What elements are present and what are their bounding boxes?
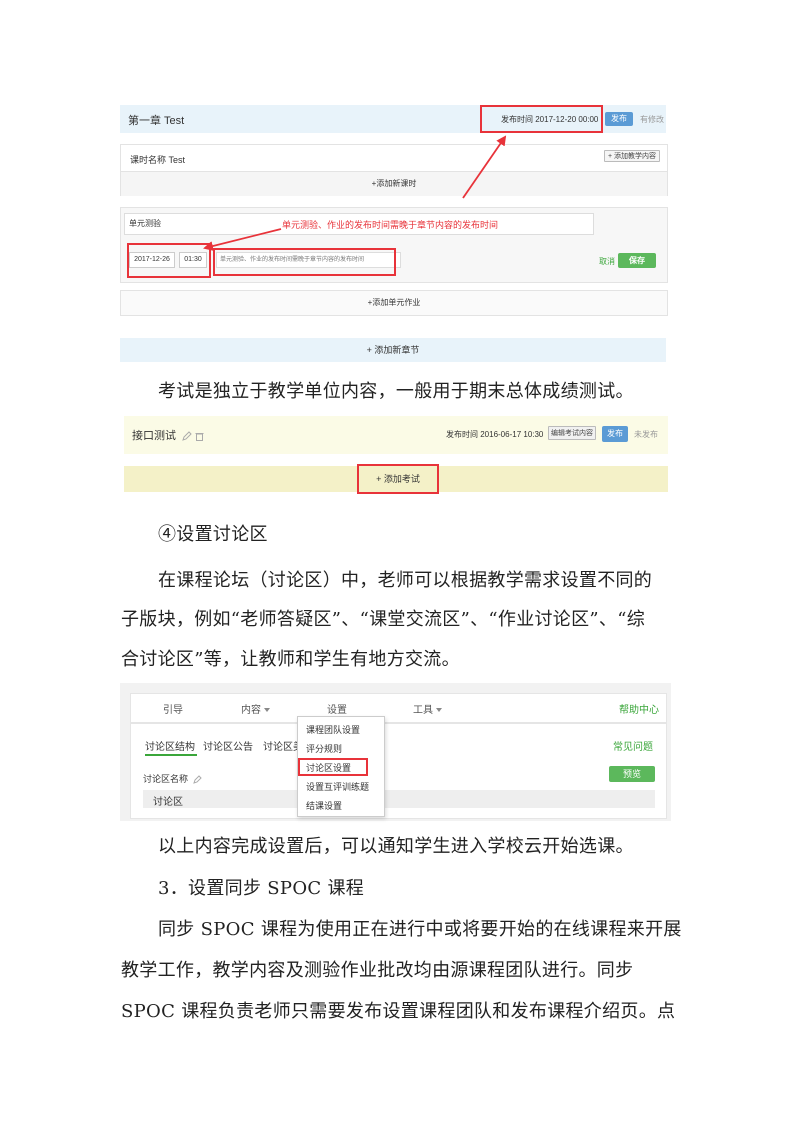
help-center-link[interactable]: 帮助中心	[619, 701, 659, 716]
exam-header: 接口测试 发布时间 2016-06-17 10:30 编辑考试内容 发布 未发布	[124, 416, 668, 454]
exam-title: 接口测试	[132, 427, 204, 443]
chevron-down-icon	[264, 708, 270, 713]
forum-settings-screenshot: 引导 内容 设置 工具 帮助中心 讨论区结构 讨论区公告 讨论区美 常见问题 讨…	[120, 683, 671, 821]
menu-item-team-settings[interactable]: 课程团队设置	[306, 723, 360, 736]
exam-title-text: 接口测试	[132, 430, 176, 442]
annotation-arrows	[203, 135, 507, 251]
menu-item-course-end[interactable]: 结课设置	[306, 799, 342, 812]
menu-item-peer-review[interactable]: 设置互评训练题	[306, 780, 369, 793]
paragraph-exam: 考试是独立于教学单位内容，一般用于期末总体成绩测试。	[158, 381, 634, 402]
active-tab-indicator	[145, 754, 197, 756]
arrow-to-publish-time	[462, 135, 507, 199]
paragraph-spoc-line1: 同步 SPOC 课程为使用正在进行中或将要开始的在线课程来开展	[158, 919, 682, 940]
nav-content[interactable]: 内容	[241, 701, 270, 716]
nav-guide[interactable]: 引导	[163, 701, 183, 716]
nav-tools[interactable]: 工具	[413, 701, 442, 716]
paragraph-forum-line2: 子版块，例如“老师答疑区”、“课堂交流区”、“作业讨论区”、“综	[121, 609, 646, 630]
paragraph-forum-line3: 合讨论区”等，让教师和学生有地方交流。	[121, 649, 460, 670]
tab-forum-notice[interactable]: 讨论区公告	[203, 738, 253, 753]
paragraph-forum-line1: 在课程论坛（讨论区）中，老师可以根据教学需求设置不同的	[158, 570, 653, 591]
heading-discussion: ④设置讨论区	[158, 524, 268, 545]
unpublished-status: 未发布	[634, 430, 658, 439]
exam-publish-time: 发布时间 2016-06-17 10:30	[446, 430, 544, 439]
nav-content-label: 内容	[241, 705, 261, 716]
edit-pencil-icon[interactable]	[182, 431, 192, 441]
faq-link[interactable]: 常见问题	[613, 738, 653, 753]
forum-name-text: 讨论区名称	[143, 774, 189, 784]
arrow-to-date-time	[203, 228, 282, 251]
edit-pencil-icon[interactable]	[192, 775, 202, 784]
preview-button[interactable]: 预览	[609, 766, 655, 782]
tab-forum-structure[interactable]: 讨论区结构	[145, 738, 195, 753]
forum-row[interactable]: 讨论区	[143, 790, 655, 808]
forum-name-label: 讨论区名称	[143, 772, 202, 785]
paragraph-spoc-line3: SPOC 课程负责老师只需要发布设置课程团队和发布课程介绍页。点	[121, 1001, 676, 1022]
highlight-forum-settings	[298, 758, 368, 776]
nav-settings[interactable]: 设置	[327, 701, 347, 716]
forum-body: 讨论区结构 讨论区公告 讨论区美 常见问题 讨论区名称 预览 讨论区	[130, 723, 667, 819]
highlight-add-exam	[357, 464, 439, 494]
chevron-down-icon	[436, 708, 442, 713]
trash-icon[interactable]	[195, 431, 204, 442]
paragraph-finish: 以上内容完成设置后，可以通知学生进入学校云开始选课。	[158, 836, 634, 857]
nav-tools-label: 工具	[413, 705, 433, 716]
menu-item-grading-rules[interactable]: 评分规则	[306, 742, 342, 755]
top-nav: 引导 内容 设置 工具 帮助中心	[130, 693, 667, 723]
paragraph-spoc-line2: 教学工作，教学内容及测验作业批改均由源课程团队进行。同步	[121, 960, 634, 981]
forum-row-label: 讨论区	[153, 797, 183, 808]
edit-exam-button[interactable]: 编辑考试内容	[548, 426, 596, 440]
heading-spoc: 3．设置同步 SPOC 课程	[158, 878, 365, 899]
exam-publish-button[interactable]: 发布	[602, 426, 628, 442]
